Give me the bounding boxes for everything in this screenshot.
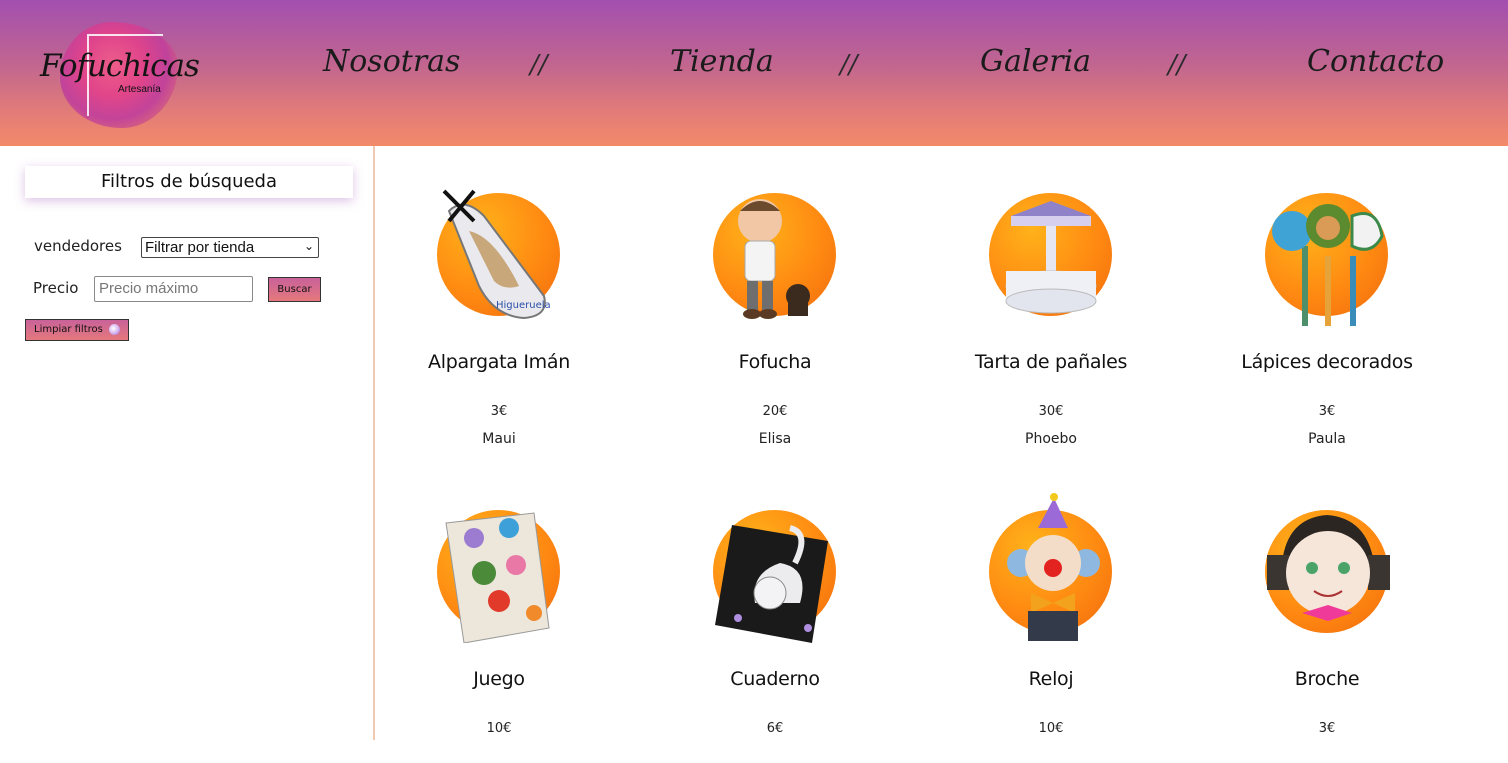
clear-filters-button[interactable]: Limpiar filtros xyxy=(25,319,129,341)
product-card[interactable]: Broche 3€ xyxy=(1192,463,1462,763)
brand-name: Fofuchicas xyxy=(40,48,200,84)
filters-sidebar: Filtros de búsqueda vendedores Filtrar p… xyxy=(0,146,375,740)
product-card[interactable]: Cuaderno 6€ xyxy=(640,463,910,763)
product-seller: Maui xyxy=(482,431,516,447)
product-card[interactable]: Lápices decorados 3€ Paula xyxy=(1192,146,1462,447)
product-price: 3€ xyxy=(1318,404,1336,419)
product-name: Lápices decorados xyxy=(1241,351,1413,373)
site-header: Fofuchicas Artesanía Nosotras // Tienda … xyxy=(0,0,1508,146)
nav-tienda[interactable]: Tienda xyxy=(670,44,774,79)
nav-nosotras[interactable]: Nosotras xyxy=(323,44,460,79)
product-seller: Phoebo xyxy=(1025,431,1077,447)
product-name: Cuaderno xyxy=(730,668,820,690)
product-price: 10€ xyxy=(1038,721,1064,736)
nav-separator: // xyxy=(1168,50,1186,80)
diaper-cake-icon xyxy=(1005,201,1097,314)
product-price: 30€ xyxy=(1038,404,1064,419)
product-name: Broche xyxy=(1294,668,1360,690)
clear-filters-label: Limpiar filtros xyxy=(34,324,103,335)
sparkle-icon xyxy=(109,324,120,335)
product-name: Juego xyxy=(473,668,525,690)
product-price: 3€ xyxy=(1318,721,1336,736)
product-seller: Paula xyxy=(1308,431,1346,447)
nav-contacto[interactable]: Contacto xyxy=(1307,44,1444,79)
nav-separator: // xyxy=(530,50,548,80)
product-card[interactable]: Fofucha 20€ Elisa xyxy=(640,146,910,447)
product-price: 3€ xyxy=(490,404,508,419)
seller-select[interactable]: Filtrar por tienda ⌄ xyxy=(141,237,319,258)
seller-select-value: Filtrar por tienda xyxy=(145,239,255,256)
price-max-input[interactable]: Precio máximo xyxy=(94,276,253,302)
nav-galeria[interactable]: Galeria xyxy=(980,44,1091,79)
product-name: Alpargata Imán xyxy=(428,351,570,373)
product-card[interactable]: Higueruela Alpargata Imán 3€ Maui xyxy=(364,146,634,447)
brand-logo[interactable]: Fofuchicas Artesanía xyxy=(40,18,200,133)
product-card[interactable]: Tarta de pañales 30€ Phoebo xyxy=(916,146,1186,447)
clown-clock-icon xyxy=(1007,493,1100,641)
brand-tagline: Artesanía xyxy=(118,84,161,95)
product-seller: Elisa xyxy=(758,431,792,447)
doll-icon xyxy=(738,199,810,319)
brooch-icon xyxy=(1267,515,1390,621)
product-price: 10€ xyxy=(486,721,512,736)
product-price: 6€ xyxy=(766,721,784,736)
price-label: Precio xyxy=(33,279,79,297)
product-card[interactable]: Reloj 10€ xyxy=(916,463,1186,763)
seller-label: vendedores xyxy=(34,237,122,255)
sea-animals-game-icon xyxy=(445,512,550,643)
product-name: Reloj xyxy=(1028,668,1074,690)
espadrille-icon: Higueruela xyxy=(442,189,551,320)
nav-separator: // xyxy=(840,50,858,80)
chevron-down-icon: ⌄ xyxy=(303,239,314,253)
product-price: 20€ xyxy=(762,404,788,419)
svg-text:Higueruela: Higueruela xyxy=(496,300,551,311)
search-button[interactable]: Buscar xyxy=(268,277,321,302)
product-name: Tarta de pañales xyxy=(974,351,1128,373)
product-card[interactable]: Juego 10€ xyxy=(364,463,634,763)
pencils-icon xyxy=(1272,204,1384,326)
product-name: Fofucha xyxy=(738,351,812,373)
notebook-icon xyxy=(715,525,828,643)
filters-title: Filtros de búsqueda xyxy=(25,166,353,198)
